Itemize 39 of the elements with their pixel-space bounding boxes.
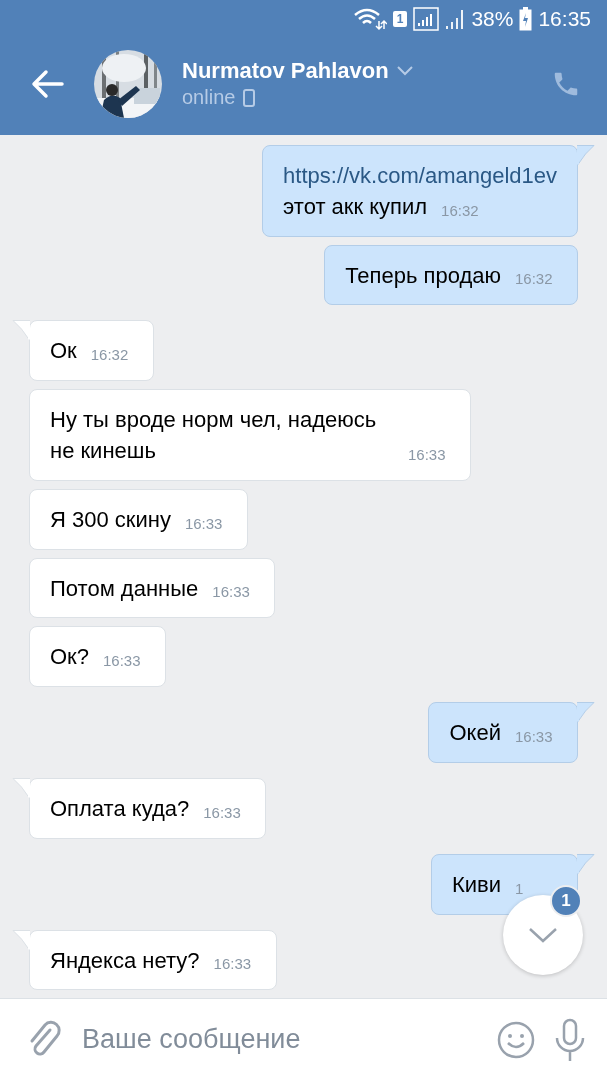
message-time: 16:33 (184, 514, 224, 533)
clock: 16:35 (538, 7, 591, 31)
message-time: 16:33 (212, 583, 251, 602)
online-status: online (182, 86, 236, 109)
chevron-down-icon[interactable] (396, 66, 413, 76)
message-text: Киви (451, 870, 501, 899)
message-text: Окей (449, 719, 501, 748)
message-text: Яндекса нету? (50, 946, 200, 975)
message-text: Я 300 скину (50, 505, 171, 534)
message-text: Потом данные (50, 574, 199, 603)
message-time: 16:33 (103, 652, 142, 671)
message-time: 16:33 (203, 803, 242, 822)
message-time: 16:33 (515, 727, 554, 746)
message-composer[interactable]: Ваше сообщение (0, 998, 607, 1080)
chevron-down-icon (528, 927, 558, 943)
message-link[interactable]: https://vk.com/amangeld1ev (283, 161, 557, 192)
message-time: 16:32 (515, 270, 554, 289)
phone-device-icon (243, 88, 256, 107)
message-time: 1 (515, 879, 525, 898)
message-time: 16:32 (441, 201, 480, 220)
message-text: этот акк купил (283, 192, 428, 221)
signal-icon (445, 8, 466, 30)
message-text: Ок (50, 337, 77, 366)
signal-icon (413, 7, 440, 31)
sim-badge: 1 (392, 11, 408, 27)
message-time: 16:33 (213, 955, 253, 974)
message-time: 16:33 (408, 445, 447, 464)
message-time: 16:32 (90, 346, 130, 365)
microphone-icon[interactable] (553, 1017, 587, 1062)
message-text: Теперь продаю (345, 261, 501, 290)
message-text: Оплата куда? (50, 794, 190, 823)
message-input[interactable]: Ваше сообщение (80, 1023, 479, 1056)
wifi-icon (352, 7, 387, 31)
message-text: Ну ты вроде норм чел, надеюсь не кинешь (50, 406, 378, 465)
message-text: Ок? (50, 643, 89, 672)
battery-icon (519, 7, 533, 31)
contact-name[interactable]: Nurmatov Pahlavon (182, 58, 389, 84)
smiley-icon[interactable] (497, 1020, 535, 1059)
battery-percent: 38% (471, 7, 514, 31)
